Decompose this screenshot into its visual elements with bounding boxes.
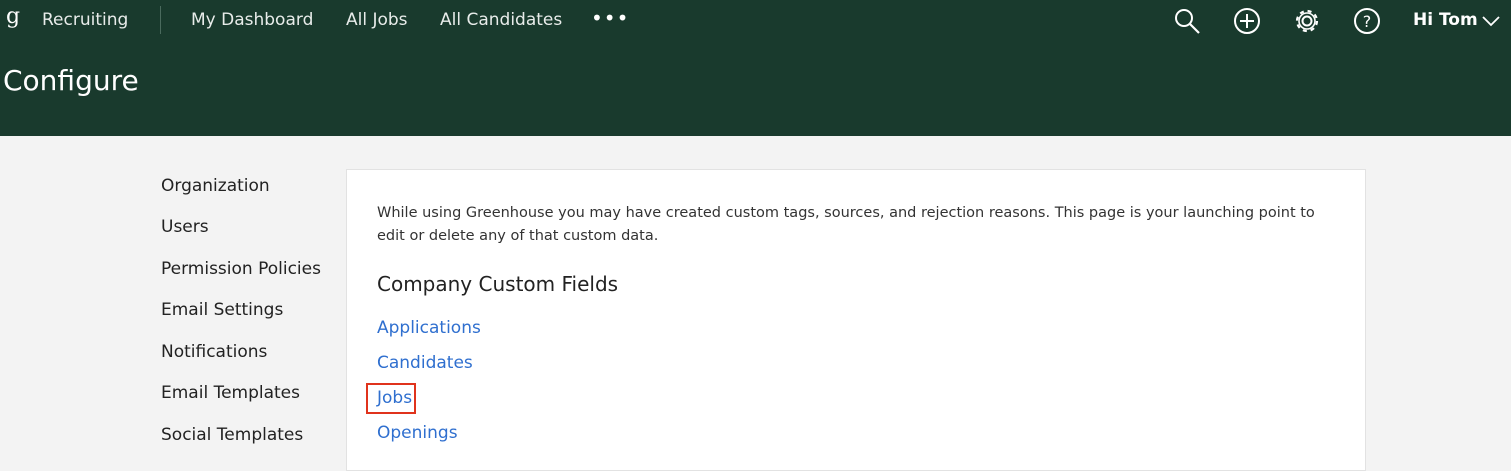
plus-circle-icon[interactable]	[1232, 6, 1262, 36]
intro-text: While using Greenhouse you may have crea…	[377, 205, 1315, 244]
page-title: Configure	[3, 64, 139, 97]
svg-text:?: ?	[1363, 12, 1372, 31]
custom-options-panel: While using Greenhouse you may have crea…	[346, 169, 1366, 471]
nav-my-dashboard[interactable]: My Dashboard	[191, 10, 313, 30]
link-applications[interactable]: Applications	[377, 318, 481, 338]
link-candidates[interactable]: Candidates	[377, 353, 473, 373]
search-icon[interactable]	[1172, 6, 1202, 36]
top-header: g Recruiting My Dashboard All Jobs All C…	[0, 0, 1511, 136]
help-icon[interactable]: ?	[1352, 6, 1382, 36]
user-menu[interactable]: Hi Tom	[1413, 10, 1478, 30]
top-nav: g Recruiting My Dashboard All Jobs All C…	[0, 0, 1511, 40]
greenhouse-logo[interactable]: g	[6, 4, 20, 29]
link-openings[interactable]: Openings	[377, 423, 458, 443]
section-title: Company Custom Fields	[377, 272, 619, 296]
sidebar-item-email-settings[interactable]: Email Settings	[161, 300, 283, 320]
nav-all-candidates[interactable]: All Candidates	[440, 10, 562, 30]
sidebar-item-email-templates[interactable]: Email Templates	[161, 383, 300, 403]
sidebar-item-organization[interactable]: Organization	[161, 176, 270, 196]
link-jobs[interactable]: Jobs	[377, 388, 412, 408]
app-switcher[interactable]: Recruiting	[42, 10, 128, 30]
sidebar-item-notifications[interactable]: Notifications	[161, 342, 267, 362]
chevron-down-icon[interactable]	[1480, 12, 1502, 30]
gear-icon[interactable]	[1292, 6, 1322, 36]
nav-divider	[160, 6, 161, 34]
sidebar-item-permission-policies[interactable]: Permission Policies	[161, 259, 321, 279]
sidebar-item-users[interactable]: Users	[161, 217, 209, 237]
sidebar-item-social-templates[interactable]: Social Templates	[161, 425, 303, 445]
nav-all-jobs[interactable]: All Jobs	[346, 10, 408, 30]
nav-more-menu[interactable]: •••	[591, 6, 629, 30]
